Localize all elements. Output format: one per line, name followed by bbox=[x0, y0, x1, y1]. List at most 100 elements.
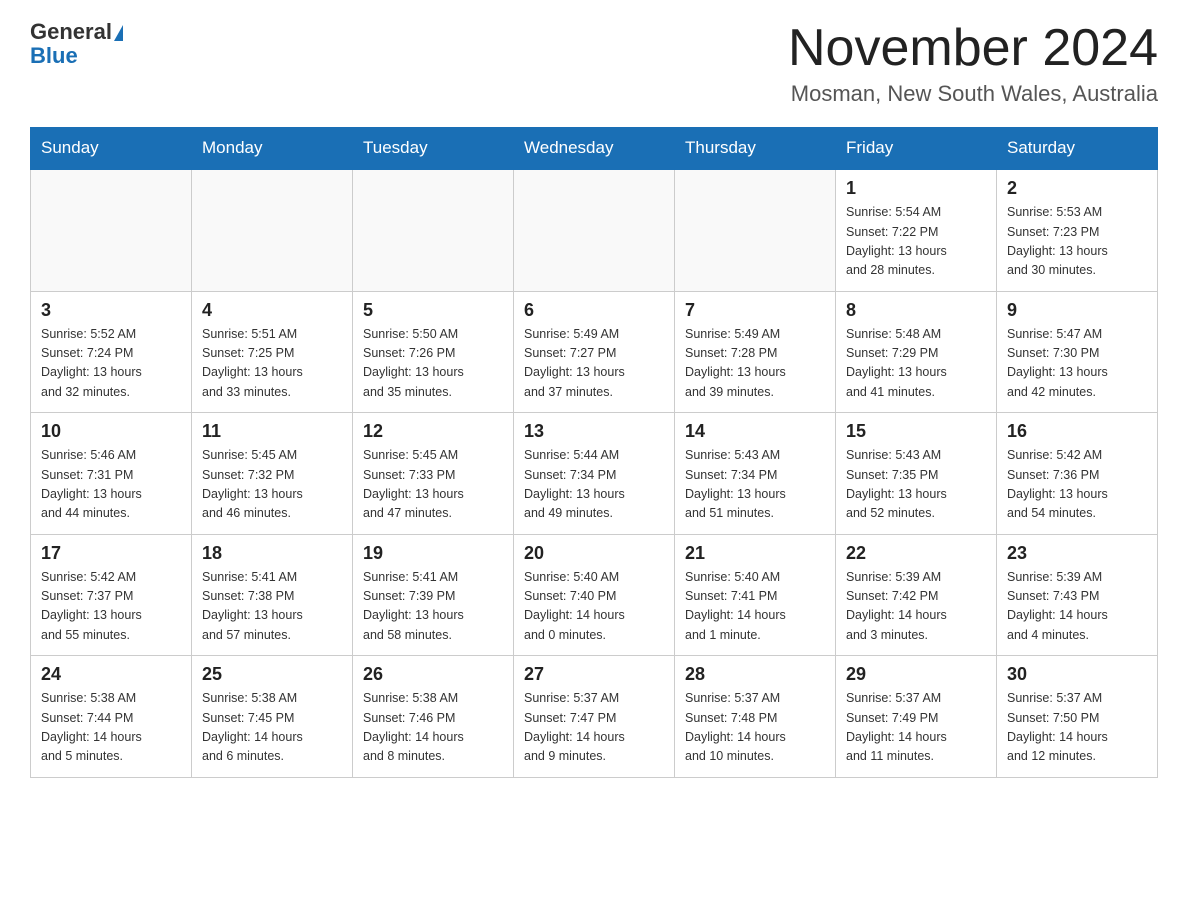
day-number: 14 bbox=[685, 421, 825, 442]
col-sunday: Sunday bbox=[31, 128, 192, 170]
day-info: Sunrise: 5:41 AM Sunset: 7:39 PM Dayligh… bbox=[363, 568, 503, 646]
day-info: Sunrise: 5:43 AM Sunset: 7:35 PM Dayligh… bbox=[846, 446, 986, 524]
col-monday: Monday bbox=[192, 128, 353, 170]
day-number: 15 bbox=[846, 421, 986, 442]
day-number: 23 bbox=[1007, 543, 1147, 564]
day-cell: 13 Sunrise: 5:44 AM Sunset: 7:34 PM Dayli… bbox=[514, 413, 675, 535]
day-cell: 8Sunrise: 5:48 AM Sunset: 7:29 PM Daylig… bbox=[836, 291, 997, 413]
week-row-3: 10 Sunrise: 5:46 AM Sunset: 7:31 PM Dayli… bbox=[31, 413, 1158, 535]
day-cell: 7 Sunrise: 5:49 AM Sunset: 7:28 PM Daylig… bbox=[675, 291, 836, 413]
day-cell bbox=[353, 169, 514, 291]
day-cell: 1 Sunrise: 5:54 AM Sunset: 7:22 PM Daylig… bbox=[836, 169, 997, 291]
day-number: 1 bbox=[846, 178, 986, 199]
day-number: 6 bbox=[524, 300, 664, 321]
header-area: General Blue November 2024 Mosman, New S… bbox=[30, 20, 1158, 107]
day-info: Sunrise: 5:41 AM Sunset: 7:38 PM Dayligh… bbox=[202, 568, 342, 646]
logo-triangle-icon bbox=[114, 25, 123, 41]
day-info: Sunrise: 5:39 AM Sunset: 7:42 PM Dayligh… bbox=[846, 568, 986, 646]
day-cell: 19 Sunrise: 5:41 AM Sunset: 7:39 PM Dayli… bbox=[353, 534, 514, 656]
day-info: Sunrise: 5:43 AM Sunset: 7:34 PM Dayligh… bbox=[685, 446, 825, 524]
calendar-table: Sunday Monday Tuesday Wednesday Thursday… bbox=[30, 127, 1158, 778]
day-cell: 10 Sunrise: 5:46 AM Sunset: 7:31 PM Dayli… bbox=[31, 413, 192, 535]
day-info: Sunrise: 5:42 AM Sunset: 7:37 PM Dayligh… bbox=[41, 568, 181, 646]
day-number: 8 bbox=[846, 300, 986, 321]
day-cell: 29 Sunrise: 5:37 AM Sunset: 7:49 PM Dayli… bbox=[836, 656, 997, 778]
day-info: Sunrise: 5:49 AM Sunset: 7:27 PM Dayligh… bbox=[524, 325, 664, 403]
day-cell: 5 Sunrise: 5:50 AM Sunset: 7:26 PM Daylig… bbox=[353, 291, 514, 413]
day-cell: 24 Sunrise: 5:38 AM Sunset: 7:44 PM Dayli… bbox=[31, 656, 192, 778]
week-row-4: 17 Sunrise: 5:42 AM Sunset: 7:37 PM Dayli… bbox=[31, 534, 1158, 656]
day-cell: 16 Sunrise: 5:42 AM Sunset: 7:36 PM Dayli… bbox=[997, 413, 1158, 535]
day-cell bbox=[31, 169, 192, 291]
day-number: 10 bbox=[41, 421, 181, 442]
day-number: 7 bbox=[685, 300, 825, 321]
week-row-5: 24 Sunrise: 5:38 AM Sunset: 7:44 PM Dayli… bbox=[31, 656, 1158, 778]
day-number: 2 bbox=[1007, 178, 1147, 199]
day-number: 28 bbox=[685, 664, 825, 685]
day-info: Sunrise: 5:37 AM Sunset: 7:49 PM Dayligh… bbox=[846, 689, 986, 767]
day-number: 3 bbox=[41, 300, 181, 321]
day-number: 19 bbox=[363, 543, 503, 564]
day-cell: 14 Sunrise: 5:43 AM Sunset: 7:34 PM Dayli… bbox=[675, 413, 836, 535]
day-number: 17 bbox=[41, 543, 181, 564]
day-number: 12 bbox=[363, 421, 503, 442]
day-info: Sunrise: 5:40 AM Sunset: 7:41 PM Dayligh… bbox=[685, 568, 825, 646]
day-number: 11 bbox=[202, 421, 342, 442]
logo-general: General bbox=[30, 19, 112, 44]
day-info: Sunrise: 5:51 AM Sunset: 7:25 PM Dayligh… bbox=[202, 325, 342, 403]
day-cell: 17 Sunrise: 5:42 AM Sunset: 7:37 PM Dayli… bbox=[31, 534, 192, 656]
day-cell: 9 Sunrise: 5:47 AM Sunset: 7:30 PM Daylig… bbox=[997, 291, 1158, 413]
day-info: Sunrise: 5:47 AM Sunset: 7:30 PM Dayligh… bbox=[1007, 325, 1147, 403]
logo-area: General Blue bbox=[30, 20, 123, 68]
day-number: 21 bbox=[685, 543, 825, 564]
day-info: Sunrise: 5:37 AM Sunset: 7:48 PM Dayligh… bbox=[685, 689, 825, 767]
day-number: 5 bbox=[363, 300, 503, 321]
day-number: 29 bbox=[846, 664, 986, 685]
col-saturday: Saturday bbox=[997, 128, 1158, 170]
day-cell: 30 Sunrise: 5:37 AM Sunset: 7:50 PM Dayli… bbox=[997, 656, 1158, 778]
day-info: Sunrise: 5:38 AM Sunset: 7:44 PM Dayligh… bbox=[41, 689, 181, 767]
day-number: 26 bbox=[363, 664, 503, 685]
day-number: 25 bbox=[202, 664, 342, 685]
title-area: November 2024 Mosman, New South Wales, A… bbox=[788, 20, 1158, 107]
day-cell: 26Sunrise: 5:38 AM Sunset: 7:46 PM Dayli… bbox=[353, 656, 514, 778]
day-cell: 6 Sunrise: 5:49 AM Sunset: 7:27 PM Daylig… bbox=[514, 291, 675, 413]
day-info: Sunrise: 5:37 AM Sunset: 7:47 PM Dayligh… bbox=[524, 689, 664, 767]
day-number: 20 bbox=[524, 543, 664, 564]
day-info: Sunrise: 5:42 AM Sunset: 7:36 PM Dayligh… bbox=[1007, 446, 1147, 524]
day-number: 27 bbox=[524, 664, 664, 685]
day-number: 9 bbox=[1007, 300, 1147, 321]
day-info: Sunrise: 5:53 AM Sunset: 7:23 PM Dayligh… bbox=[1007, 203, 1147, 281]
day-info: Sunrise: 5:39 AM Sunset: 7:43 PM Dayligh… bbox=[1007, 568, 1147, 646]
day-cell: 3 Sunrise: 5:52 AM Sunset: 7:24 PM Daylig… bbox=[31, 291, 192, 413]
day-number: 18 bbox=[202, 543, 342, 564]
day-cell: 2 Sunrise: 5:53 AM Sunset: 7:23 PM Daylig… bbox=[997, 169, 1158, 291]
day-cell bbox=[192, 169, 353, 291]
day-number: 13 bbox=[524, 421, 664, 442]
day-info: Sunrise: 5:38 AM Sunset: 7:45 PM Dayligh… bbox=[202, 689, 342, 767]
day-cell: 22Sunrise: 5:39 AM Sunset: 7:42 PM Dayli… bbox=[836, 534, 997, 656]
col-friday: Friday bbox=[836, 128, 997, 170]
day-info: Sunrise: 5:50 AM Sunset: 7:26 PM Dayligh… bbox=[363, 325, 503, 403]
day-info: Sunrise: 5:45 AM Sunset: 7:33 PM Dayligh… bbox=[363, 446, 503, 524]
day-info: Sunrise: 5:54 AM Sunset: 7:22 PM Dayligh… bbox=[846, 203, 986, 281]
day-info: Sunrise: 5:40 AM Sunset: 7:40 PM Dayligh… bbox=[524, 568, 664, 646]
day-cell: 15 Sunrise: 5:43 AM Sunset: 7:35 PM Dayli… bbox=[836, 413, 997, 535]
day-info: Sunrise: 5:52 AM Sunset: 7:24 PM Dayligh… bbox=[41, 325, 181, 403]
header-row: Sunday Monday Tuesday Wednesday Thursday… bbox=[31, 128, 1158, 170]
day-cell bbox=[675, 169, 836, 291]
day-cell: 12 Sunrise: 5:45 AM Sunset: 7:33 PM Dayli… bbox=[353, 413, 514, 535]
day-number: 16 bbox=[1007, 421, 1147, 442]
day-info: Sunrise: 5:46 AM Sunset: 7:31 PM Dayligh… bbox=[41, 446, 181, 524]
day-info: Sunrise: 5:49 AM Sunset: 7:28 PM Dayligh… bbox=[685, 325, 825, 403]
day-number: 4 bbox=[202, 300, 342, 321]
day-info: Sunrise: 5:44 AM Sunset: 7:34 PM Dayligh… bbox=[524, 446, 664, 524]
day-number: 24 bbox=[41, 664, 181, 685]
day-cell: 18 Sunrise: 5:41 AM Sunset: 7:38 PM Dayli… bbox=[192, 534, 353, 656]
day-cell: 28 Sunrise: 5:37 AM Sunset: 7:48 PM Dayli… bbox=[675, 656, 836, 778]
day-info: Sunrise: 5:45 AM Sunset: 7:32 PM Dayligh… bbox=[202, 446, 342, 524]
day-cell: 25 Sunrise: 5:38 AM Sunset: 7:45 PM Dayli… bbox=[192, 656, 353, 778]
day-info: Sunrise: 5:37 AM Sunset: 7:50 PM Dayligh… bbox=[1007, 689, 1147, 767]
week-row-2: 3 Sunrise: 5:52 AM Sunset: 7:24 PM Daylig… bbox=[31, 291, 1158, 413]
day-number: 30 bbox=[1007, 664, 1147, 685]
